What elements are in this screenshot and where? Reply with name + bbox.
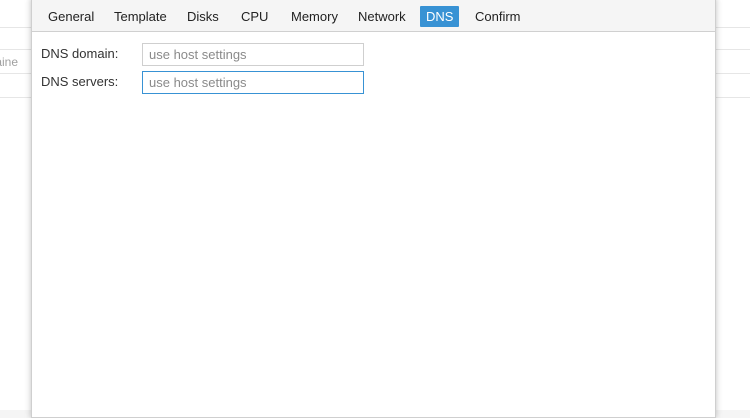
tab-dns[interactable]: DNS [420,6,460,27]
dns-servers-label: DNS servers: [41,74,119,89]
tab-template[interactable]: Template [108,6,173,27]
tab-disks[interactable]: Disks [181,6,225,27]
dns-domain-input[interactable] [142,43,364,66]
tab-confirm[interactable]: Confirm [469,6,527,27]
tab-general[interactable]: General [42,6,100,27]
background-row-text: taine [0,55,19,69]
wizard-tab-bar: General Template Disks CPU Memory Networ… [32,0,715,32]
tab-memory[interactable]: Memory [285,6,344,27]
dns-domain-label: DNS domain: [41,46,119,61]
dns-servers-input[interactable] [142,71,364,94]
tab-network[interactable]: Network [352,6,412,27]
create-container-dialog: General Template Disks CPU Memory Networ… [31,0,716,418]
tab-cpu[interactable]: CPU [235,6,274,27]
